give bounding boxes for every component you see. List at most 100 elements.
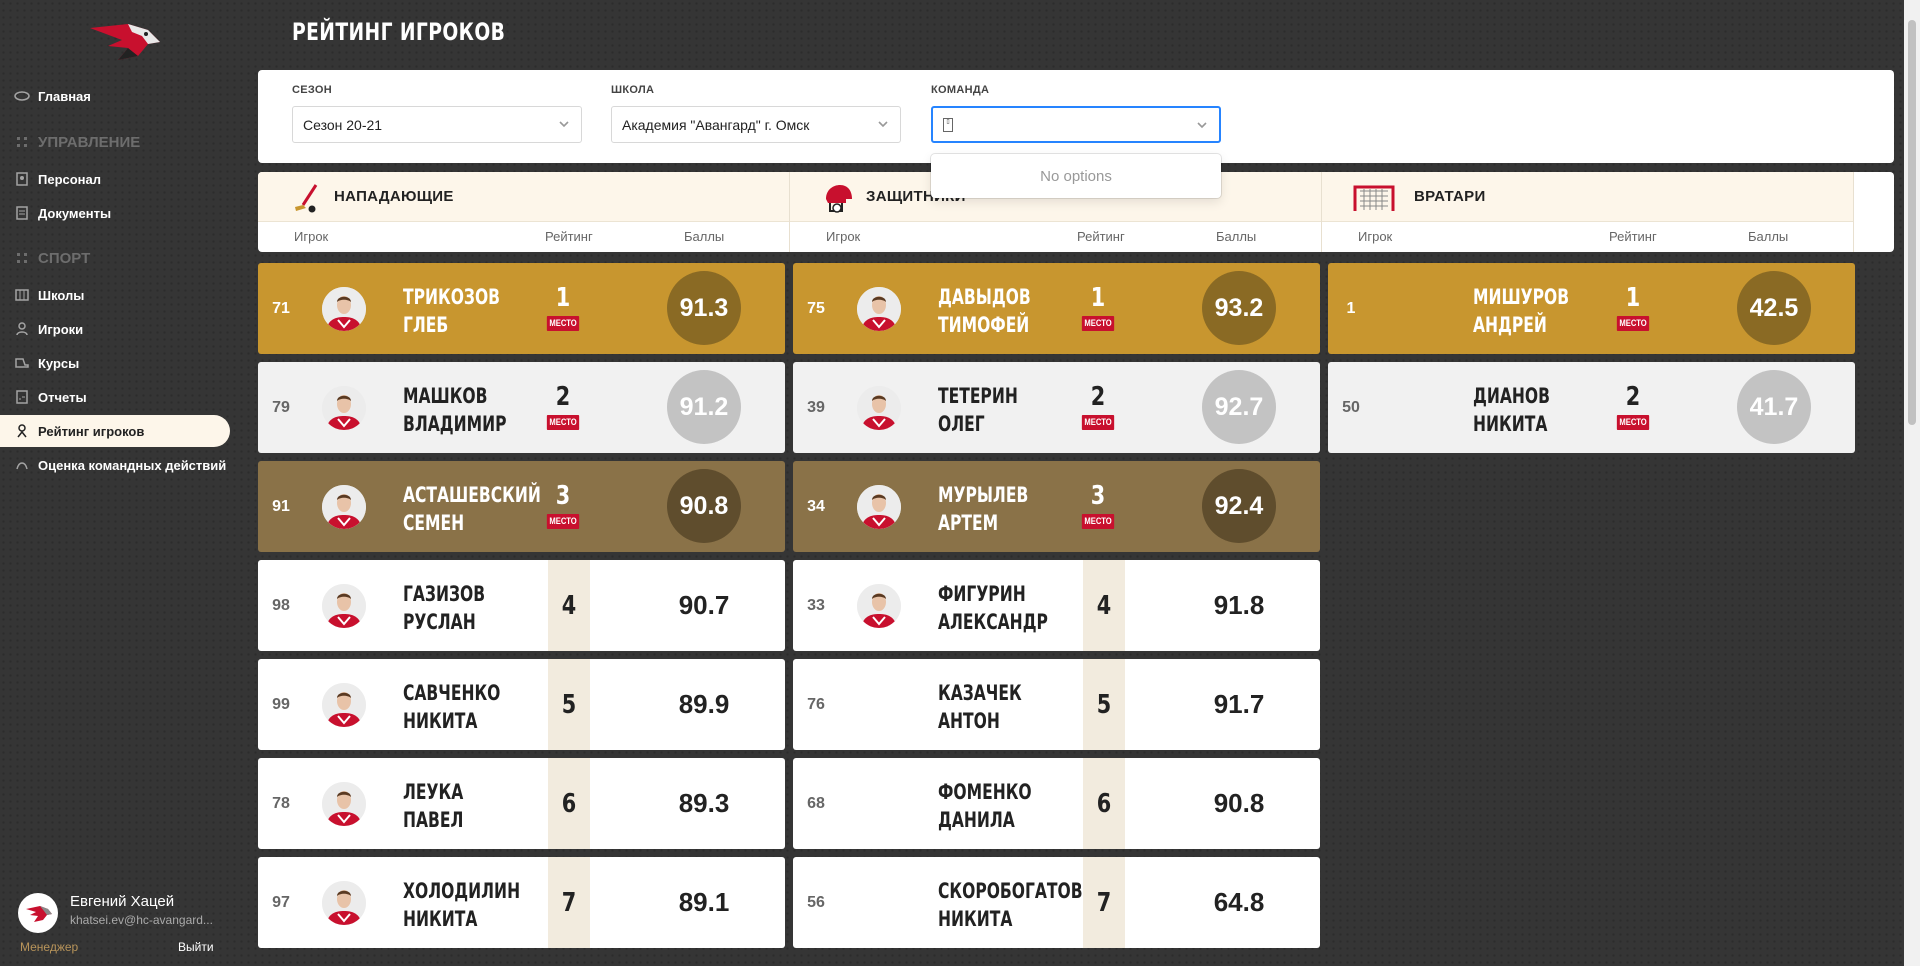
sidebar-item-label: Игроки [38, 321, 84, 337]
section-icon [17, 137, 27, 147]
hockey-stick-icon [295, 184, 318, 213]
user-email: khatsei.ev@hc-avangard... [70, 913, 213, 927]
player-card[interactable]: 39 ТЕТЕРИН ОЛЕГ 2 МЕСТО 92.7 [793, 362, 1320, 453]
user-role: Менеджер [20, 940, 79, 954]
player-photo [322, 683, 366, 727]
points-circle: 41.7 [1737, 370, 1811, 444]
scrollbar-thumb[interactable] [1908, 20, 1916, 425]
player-card[interactable]: 75 ДАВЫДОВ ТИМОФЕЙ 1 МЕСТО 93.2 [793, 263, 1320, 354]
place-badge: МЕСТО [546, 514, 580, 529]
player-number: 76 [807, 695, 825, 713]
sidebar-item-6[interactable]: Игроки [0, 313, 230, 345]
sidebar-item-label: Главная [38, 88, 91, 104]
sidebar-item-label: Оценка командных действий [38, 457, 227, 473]
forwards-title: НАПАДАЮЩИЕ [334, 188, 454, 205]
player-number: 56 [807, 893, 825, 911]
user-name: Евгений Хацей [70, 893, 175, 910]
player-col-header: Игрок [826, 229, 861, 244]
player-card[interactable]: 78 ЛЕУКА ПАВЕЛ 6 89.3 [258, 758, 785, 849]
avangard-logo[interactable] [88, 20, 162, 64]
sidebar-item-9[interactable]: Рейтинг игроков [0, 415, 230, 447]
rank-value: 6 [1096, 788, 1112, 819]
season-value: Сезон 20-21 [303, 116, 383, 133]
filters-panel: СЕЗОН Сезон 20-21 ШКОЛА Академия "Аванга… [258, 70, 1894, 163]
sidebar-item-10[interactable]: Оценка командных действий [0, 449, 230, 481]
sidebar-item-7[interactable]: Курсы [0, 347, 230, 379]
player-card[interactable]: 79 МАШКОВ ВЛАДИМИР 2 МЕСТО 91.2 [258, 362, 785, 453]
player-card[interactable]: 99 САВЧЕНКО НИКИТА 5 89.9 [258, 659, 785, 750]
sidebar-item-5[interactable]: Школы [0, 279, 230, 311]
player-card[interactable]: 98 ГАЗИЗОВ РУСЛАН 4 90.7 [258, 560, 785, 651]
points-value: 91.8 [1213, 590, 1265, 620]
player-card[interactable]: 50 ДИАНОВ НИКИТА 2 МЕСТО 41.7 [1328, 362, 1855, 453]
player-card[interactable]: 71 ТРИКОЗОВ ГЛЕБ 1 МЕСТО 91.3 [258, 263, 785, 354]
sidebar-item-label: Персонал [38, 171, 102, 187]
player-firstname: НИКИТА [403, 709, 478, 733]
player-name: ГАЗИЗОВ РУСЛАН [403, 580, 529, 636]
points-circle: 92.4 [1202, 469, 1276, 543]
player-firstname: ВЛАДИМИР [403, 412, 507, 436]
points-value: 90.8 [1213, 788, 1265, 818]
staff-icon [16, 172, 28, 186]
logout-link[interactable]: Выйти [178, 940, 214, 954]
player-number: 78 [272, 794, 290, 812]
player-name: АСТАШЕВСКИЙ СЕМЕН [403, 481, 541, 537]
player-card[interactable]: 56 СКОРОБОГАТОВ НИКИТА 7 64.8 [793, 857, 1320, 948]
sidebar-item-0[interactable]: Главная [0, 80, 230, 112]
player-number: 71 [272, 299, 290, 317]
forwards-header: НАПАДАЮЩИЕ Игрок Рейтинг Баллы [258, 172, 790, 252]
sidebar-item-label: СПОРТ [38, 249, 91, 267]
player-surname: ФИГУРИН [938, 582, 1026, 606]
page-scrollbar[interactable] [1904, 0, 1920, 966]
points-col-header: Баллы [684, 229, 725, 244]
rating-col-header: Рейтинг [1609, 229, 1657, 244]
player-firstname: АЛЕКСАНДР [938, 610, 1048, 634]
goal-net-icon [1353, 185, 1395, 211]
sidebar-item-label: УПРАВЛЕНИЕ [38, 133, 141, 151]
player-name: ДИАНОВ НИКИТА [1473, 382, 1599, 438]
player-card[interactable]: 34 МУРЫЛЕВ АРТЕМ 3 МЕСТО 92.4 [793, 461, 1320, 552]
skate-icon [15, 358, 29, 368]
rank-cell: 6 [1083, 758, 1125, 849]
player-number: 68 [807, 794, 825, 812]
player-name: ФИГУРИН АЛЕКСАНДР [938, 580, 1064, 636]
sidebar-item-3[interactable]: Документы [0, 197, 230, 229]
place-block: 2 МЕСТО [1078, 382, 1118, 430]
player-surname: АСТАШЕВСКИЙ [403, 483, 541, 507]
points-value: 64.8 [1213, 887, 1265, 917]
rank-value: 4 [561, 590, 577, 621]
place-block: 1 МЕСТО [1078, 283, 1118, 331]
player-card[interactable]: 68 ФОМЕНКО ДАНИЛА 6 90.8 [793, 758, 1320, 849]
player-name: КАЗАЧЕК АНТОН [938, 679, 1064, 735]
points-circle: 93.2 [1202, 271, 1276, 345]
sidebar-item-8[interactable]: Отчеты [0, 381, 230, 413]
player-photo [857, 485, 901, 529]
player-card[interactable]: 33 ФИГУРИН АЛЕКСАНДР 4 91.8 [793, 560, 1320, 651]
player-card[interactable]: 97 ХОЛОДИЛИН НИКИТА 7 89.1 [258, 857, 785, 948]
points-circle: 92.7 [1202, 370, 1276, 444]
user-avatar[interactable] [18, 893, 58, 933]
player-firstname: АНТОН [938, 709, 1000, 733]
player-surname: МАШКОВ [403, 384, 488, 408]
points-circle: 91.3 [667, 271, 741, 345]
school-icon [15, 289, 29, 301]
team-select[interactable]: ▯ [931, 106, 1221, 143]
player-photo [857, 287, 901, 331]
points-value: 91.7 [1213, 689, 1265, 719]
season-select[interactable]: Сезон 20-21 [292, 106, 582, 143]
points-col-header: Баллы [1748, 229, 1789, 244]
place-badge: МЕСТО [1081, 415, 1115, 430]
place-badge: МЕСТО [546, 415, 580, 430]
sidebar-item-2[interactable]: Персонал [0, 163, 230, 195]
player-card[interactable]: 91 АСТАШЕВСКИЙ СЕМЕН 3 МЕСТО 90.8 [258, 461, 785, 552]
player-card[interactable]: 76 КАЗАЧЕК АНТОН 5 91.7 [793, 659, 1320, 750]
rating-icon [17, 424, 27, 438]
player-firstname: НИКИТА [403, 907, 478, 931]
sidebar: Главная УПРАВЛЕНИЕ Персонал Документы СПОРТ Ш… [0, 0, 230, 966]
school-select[interactable]: Академия "Авангард" г. Омск [611, 106, 901, 143]
place-value: 3 [555, 481, 571, 511]
player-photo [322, 782, 366, 826]
player-card[interactable]: 1 МИШУРОВ АНДРЕЙ 1 МЕСТО 42.5 [1328, 263, 1855, 354]
player-name: САВЧЕНКО НИКИТА [403, 679, 529, 735]
player-surname: САВЧЕНКО [403, 681, 501, 705]
